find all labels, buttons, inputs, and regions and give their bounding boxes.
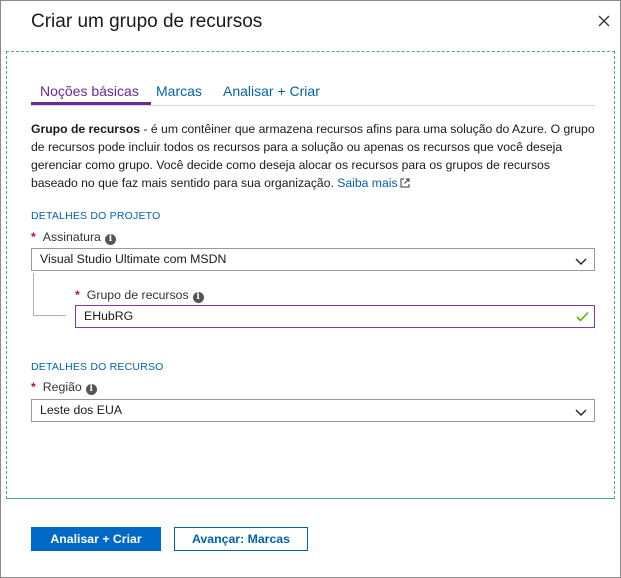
resource-group-value: EHubRG — [84, 309, 134, 323]
external-link-icon — [400, 175, 410, 193]
region-label: Região — [42, 380, 82, 394]
resource-group-label: Grupo de recursos — [86, 288, 189, 302]
tab-bar: Noções básicas Marcas Analisar + Criar — [31, 81, 595, 106]
subscription-value: Visual Studio Ultimate com MSDN — [40, 252, 227, 266]
description: Grupo de recursos - é um contêiner que a… — [31, 120, 597, 193]
tab-tags[interactable]: Marcas — [156, 83, 202, 102]
region-value: Leste dos EUA — [40, 403, 123, 417]
chevron-down-icon — [575, 255, 587, 269]
content-panel — [6, 51, 615, 499]
subscription-label-row: * Assinatura i — [31, 230, 116, 245]
tab-review-create-label: Analisar + Criar — [223, 83, 320, 99]
region-label-row: * Região i — [31, 380, 97, 395]
required-asterisk: * — [31, 230, 36, 244]
chevron-down-icon — [575, 406, 587, 420]
region-dropdown[interactable]: Leste dos EUA — [31, 399, 595, 422]
tab-review-create[interactable]: Analisar + Criar — [223, 83, 320, 102]
resource-group-label-row: * Grupo de recursos i — [75, 288, 204, 303]
learn-more-link[interactable]: Saiba mais — [337, 175, 410, 193]
footer-divider — [6, 498, 615, 499]
project-details-heading: DETALHES DO PROJETO — [31, 210, 161, 222]
info-icon[interactable]: i — [104, 234, 116, 245]
tab-basics[interactable]: Noções básicas — [31, 83, 151, 105]
required-asterisk: * — [75, 288, 80, 302]
learn-more-label: Saiba mais — [337, 176, 398, 190]
next-tags-button[interactable]: Avançar: Marcas — [174, 527, 308, 551]
tab-tags-label: Marcas — [156, 83, 202, 99]
close-icon[interactable] — [594, 11, 614, 31]
review-create-button[interactable]: Analisar + Criar — [31, 527, 161, 551]
resource-group-input[interactable]: EHubRG — [75, 305, 595, 328]
info-icon[interactable]: i — [192, 292, 204, 303]
create-resource-group-dialog: Criar um grupo de recursos Noções básica… — [0, 0, 621, 578]
dialog-title: Criar um grupo de recursos — [31, 11, 263, 32]
active-tab-indicator — [31, 102, 151, 105]
info-icon[interactable]: i — [85, 384, 97, 395]
description-term: Grupo de recursos — [31, 122, 141, 136]
tab-basics-label: Noções básicas — [40, 83, 139, 99]
required-asterisk: * — [31, 380, 36, 394]
resource-details-heading: DETALHES DO RECURSO — [31, 361, 164, 373]
subscription-label: Assinatura — [42, 230, 101, 244]
checkmark-icon — [576, 311, 589, 325]
hierarchy-connector — [33, 273, 66, 316]
subscription-dropdown[interactable]: Visual Studio Ultimate com MSDN — [31, 248, 595, 271]
